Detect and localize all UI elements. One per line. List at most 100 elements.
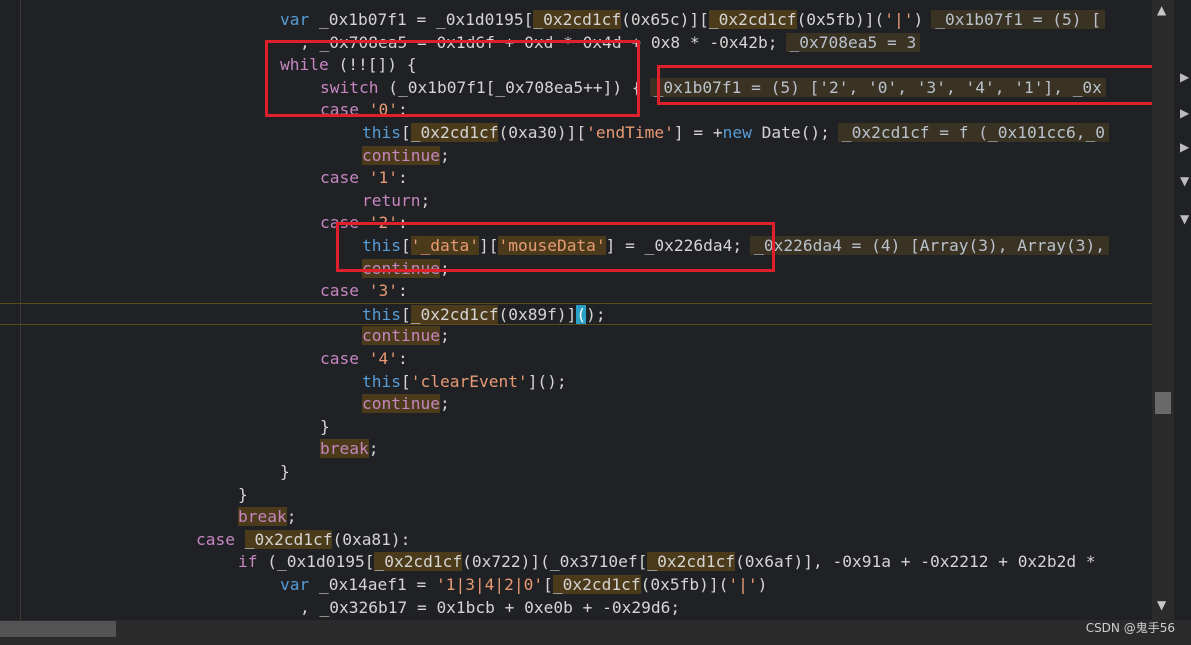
code-line[interactable]: switch (_0x1b07f1[_0x708ea5++]) { _0x1b07… [0, 77, 1152, 100]
code-token: continue [362, 258, 440, 278]
code-token: return [362, 190, 421, 210]
expand-triangle-icon[interactable]: ▼ [1180, 174, 1189, 188]
code-token: } [320, 416, 330, 436]
inline-value-preview[interactable]: _0x2cd1cf = f (_0x101cc6,_0 [837, 123, 1109, 142]
vertical-scroll-track[interactable] [1152, 0, 1174, 620]
code-line[interactable]: , _0x708ea5 = 0x1d6f + 0xd * 0x4d + 0x8 … [0, 32, 1152, 55]
code-line[interactable]: var _0x14aef1 = '1|3|4|2|0'[_0x2cd1cf(0x… [0, 574, 1152, 597]
code-token: ; [439, 394, 450, 414]
code-line[interactable]: while (!![]) { [0, 54, 1152, 77]
code-token: 'endTime' [586, 123, 674, 142]
code-line[interactable]: case '2': [0, 212, 1152, 235]
code-line[interactable]: } [0, 416, 1152, 439]
code-line[interactable]: continue; [0, 145, 1152, 168]
inline-value-preview[interactable]: _0x1b07f1 = (5) [ [931, 10, 1105, 29]
inline-value-preview[interactable]: _0x708ea5 = 3 [785, 32, 921, 52]
code-token: ] = _0x226da4; [605, 236, 743, 255]
code-line[interactable]: , _0x326b17 = 0x1bcb + 0xe0b + -0x29d6; [0, 597, 1152, 620]
code-token: case [320, 349, 359, 368]
inline-value-preview[interactable]: _0x226da4 = (4) [Array(3), Array(3), [750, 236, 1109, 255]
code-token: , _0x326b17 = 0x1bcb + 0xe0b + -0x29d6; [300, 597, 681, 617]
code-token: '|' [884, 10, 914, 29]
code-token: '3' [368, 281, 398, 301]
code-token: ; [420, 190, 431, 210]
code-token: _0x2cd1cf [647, 552, 736, 572]
watermark: CSDN @鬼手56 [1085, 621, 1175, 635]
inline-value-preview[interactable]: _0x1b07f1 = (5) ['2', '0', '3', '4', '1'… [649, 77, 1106, 97]
code-token: } [238, 484, 248, 504]
code-line[interactable]: if (_0x1d0195[_0x2cd1cf(0x722)](_0x3710e… [0, 551, 1152, 574]
code-line[interactable]: } [0, 461, 1152, 484]
code-token: ; [439, 326, 450, 346]
code-token: _0x2cd1cf [244, 529, 333, 549]
scroll-up-arrow-icon[interactable]: ▲ [1157, 3, 1166, 17]
code-token: } [280, 462, 290, 481]
code-token: (_0x1b07f1[_0x708ea5++]) { [378, 77, 642, 97]
code-line[interactable]: case '4': [0, 348, 1152, 371]
code-token: this [362, 236, 401, 255]
code-token: if [238, 552, 258, 572]
code-line[interactable]: this[_0x2cd1cf(0xa30)]['endTime'] = +new… [0, 122, 1152, 145]
scroll-down-arrow-icon[interactable]: ▼ [1157, 598, 1166, 612]
code-token: this [362, 123, 401, 142]
code-token: 'clearEvent' [410, 371, 528, 391]
code-line[interactable]: return; [0, 190, 1152, 213]
code-token: while [280, 55, 329, 75]
horizontal-scrollbar[interactable] [0, 620, 1152, 645]
code-token: continue [362, 145, 440, 165]
code-token: (0x5fb)]( [640, 575, 729, 594]
code-token: case [196, 529, 235, 549]
code-line[interactable]: this['clearEvent'](); [0, 371, 1152, 394]
code-token: ) [913, 10, 924, 29]
code-token: ; [439, 258, 450, 278]
vertical-scroll-thumb[interactable] [1155, 392, 1171, 414]
code-token: case [320, 100, 359, 120]
code-line[interactable]: var _0x1b07f1 = _0x1d0195[_0x2cd1cf(0x65… [0, 9, 1152, 32]
horizontal-scroll-thumb[interactable] [0, 621, 116, 637]
side-arrow-icon[interactable]: ▶ [1180, 106, 1189, 120]
code-token: [ [400, 304, 411, 324]
code-line[interactable]: continue; [0, 325, 1152, 348]
code-line[interactable]: continue; [0, 258, 1152, 281]
code-token: (0x5fb)]( [796, 10, 885, 29]
code-token: _0x2cd1cf [533, 10, 622, 29]
code-token: _0x2cd1cf [708, 10, 797, 29]
code-token: '4' [368, 349, 398, 368]
code-token: case [320, 213, 359, 233]
code-line[interactable]: continue; [0, 393, 1152, 416]
code-token: this [362, 371, 401, 391]
code-token: ](); [527, 371, 567, 391]
code-token: : [397, 213, 408, 233]
code-token: '1' [368, 168, 398, 188]
code-line[interactable]: break; [0, 506, 1152, 529]
code-line[interactable]: this['_data']['mouseData'] = _0x226da4; _… [0, 235, 1152, 258]
code-token: case [320, 168, 359, 188]
code-line[interactable]: case _0x2cd1cf(0xa81): [0, 529, 1152, 552]
code-token: _0x2cd1cf [410, 123, 499, 142]
code-token: _0x14aef1 = [309, 575, 436, 594]
code-token: : [397, 100, 408, 120]
code-line[interactable]: break; [0, 438, 1152, 461]
code-token: ][ [478, 236, 499, 255]
side-arrow-icon[interactable]: ▶ [1180, 140, 1189, 154]
expand-triangle-icon[interactable]: ▼ [1180, 212, 1189, 226]
code-token: _0x2cd1cf [374, 552, 463, 572]
code-editor[interactable]: var _0x1b07f1 = _0x1d0195[_0x2cd1cf(0x65… [0, 0, 1152, 620]
code-token: [ [543, 575, 553, 594]
vertical-scrollbar[interactable]: ▲ ▼ ▶ ▶ ▶ ▼ ▼ [1152, 0, 1191, 620]
code-line[interactable]: case '3': [0, 280, 1152, 303]
code-token: var [280, 10, 310, 29]
code-token: (0x6af)], -0x91a + -0x2212 + 0x2b2d * [735, 552, 1096, 572]
code-token: break [238, 507, 287, 527]
code-line[interactable]: case '0': [0, 99, 1152, 122]
code-line-paused[interactable]: this[_0x2cd1cf(0x89f)](); [0, 302, 1152, 326]
code-token: break [320, 439, 369, 459]
code-token: [ [400, 371, 411, 391]
code-token: switch [320, 77, 379, 97]
side-arrow-icon[interactable]: ▶ [1180, 70, 1189, 84]
code-line[interactable]: case '1': [0, 167, 1152, 190]
code-line[interactable]: } [0, 484, 1152, 507]
